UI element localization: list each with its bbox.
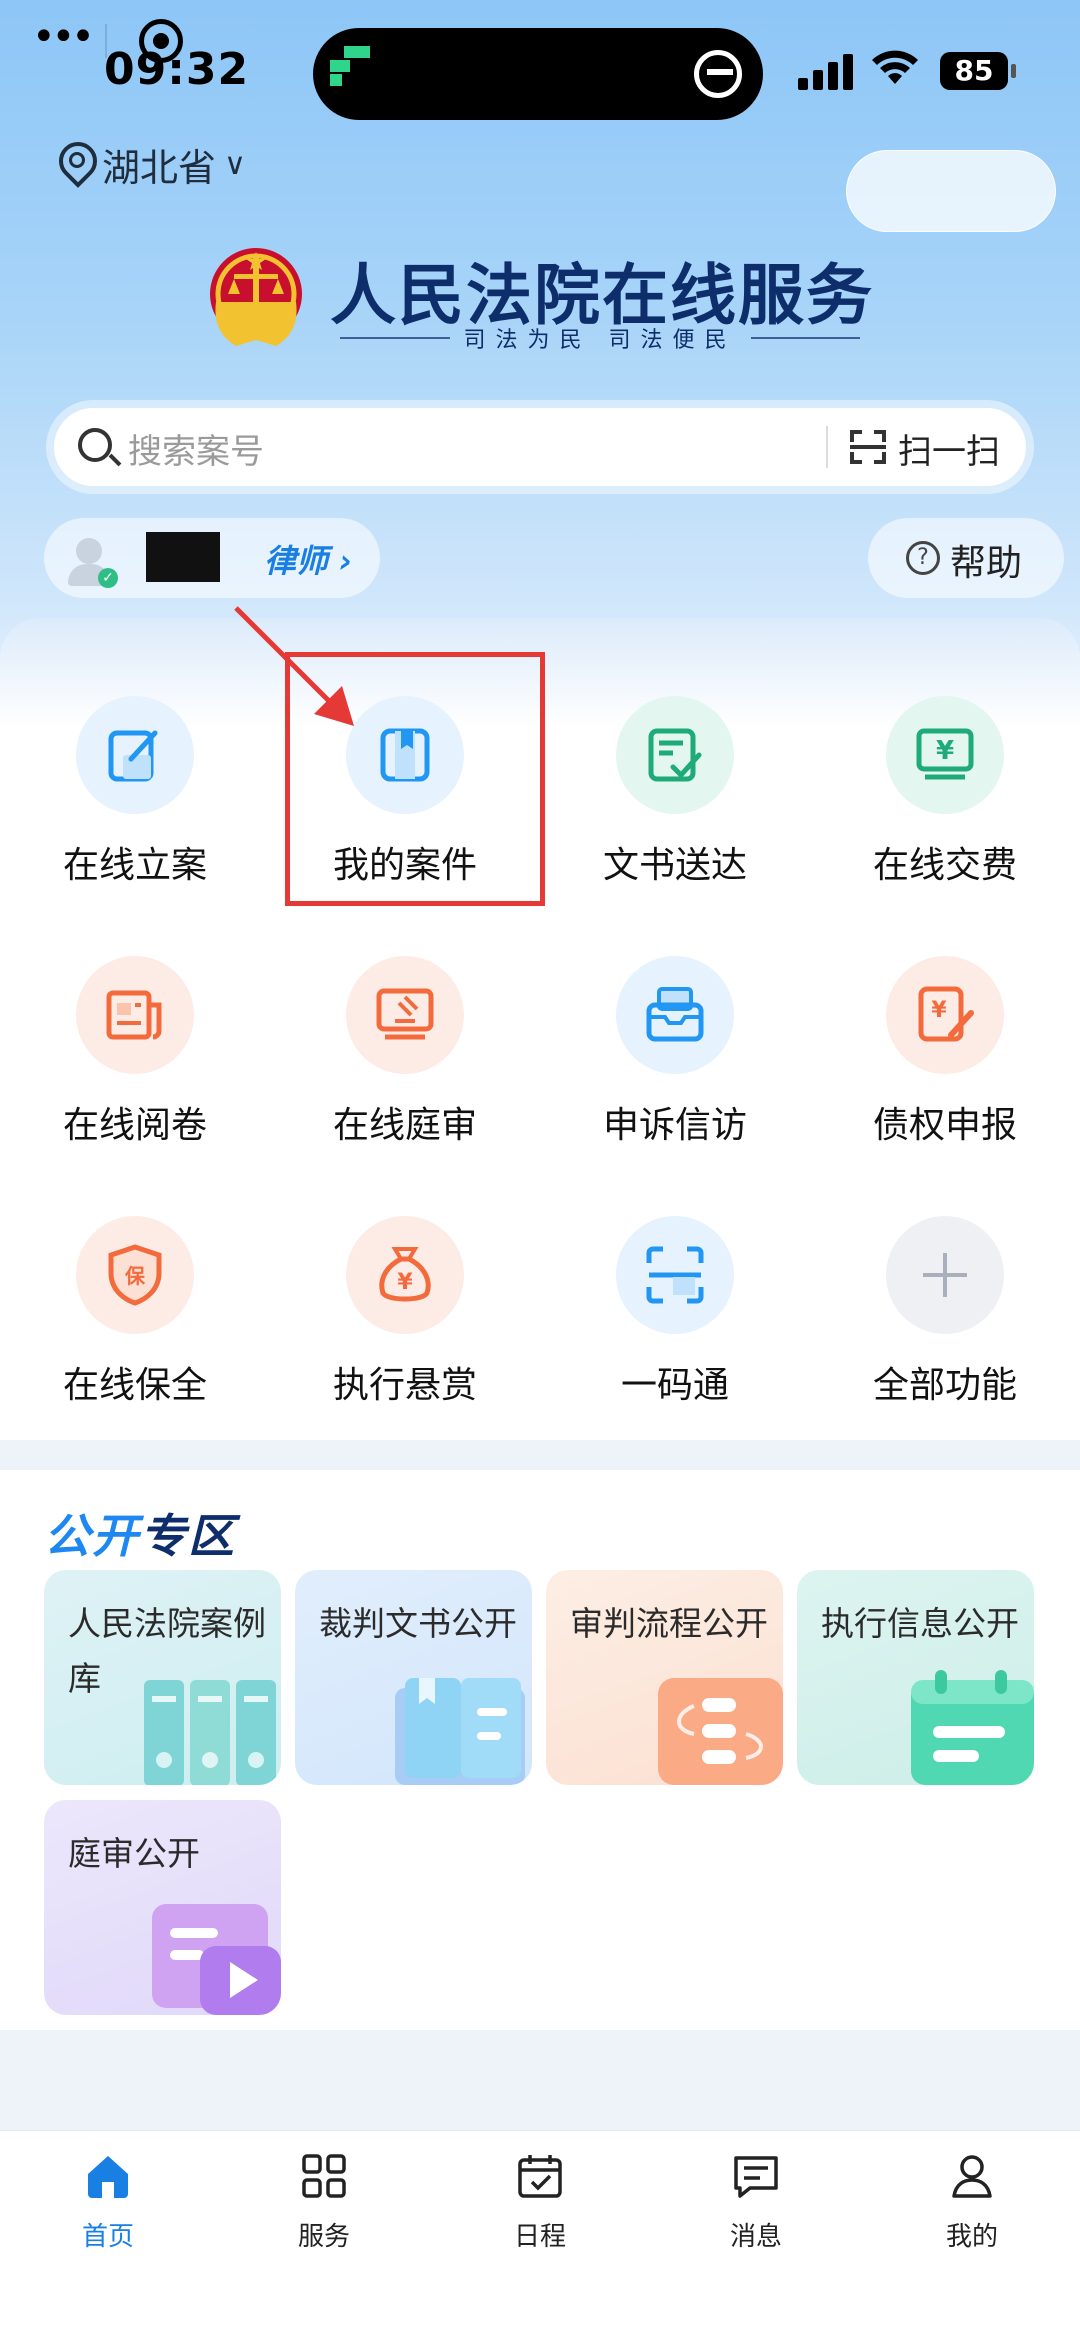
more-options-icon[interactable]: ••• — [32, 17, 95, 60]
service-label: 在线庭审 — [332, 1105, 477, 1146]
wifi-icon — [870, 48, 926, 92]
service-online-preservation[interactable]: 保 在线保全 — [0, 1216, 270, 1416]
tab-schedule[interactable]: 日程 — [432, 2148, 648, 2258]
scan-button[interactable]: 扫一扫 — [898, 424, 1000, 473]
svg-text:¥: ¥ — [931, 998, 947, 1023]
search-placeholder: 搜索案号 — [128, 432, 264, 472]
message-icon — [734, 2156, 778, 2198]
capsule-divider — [105, 24, 107, 58]
content-bottom-gap — [0, 2030, 1080, 2130]
scan-icon[interactable] — [850, 430, 886, 464]
money-bag-icon: ¥ — [379, 1247, 431, 1302]
signal-icon — [798, 54, 854, 90]
service-label: 在线立案 — [62, 845, 207, 886]
tab-label: 服务 — [297, 2222, 350, 2252]
service-label: 文书送达 — [602, 845, 747, 886]
app-indicator-icon — [330, 46, 370, 90]
service-claim-declaration[interactable]: ¥ 债权申报 — [810, 956, 1080, 1156]
service-online-file-review[interactable]: 在线阅卷 — [0, 956, 270, 1156]
avatar: ✓ — [62, 534, 118, 590]
service-label: 债权申报 — [872, 1105, 1017, 1146]
court-emblem-icon — [210, 248, 302, 346]
service-online-payment[interactable]: ¥ 在线交费 — [810, 696, 1080, 896]
service-label: 在线阅卷 — [62, 1105, 207, 1146]
help-label: 帮助 — [950, 543, 1023, 584]
service-online-filing[interactable]: 在线立案 — [0, 696, 270, 896]
service-one-code-pass[interactable]: 一码通 — [540, 1216, 810, 1416]
process-flow-icon — [658, 1678, 783, 1785]
service-label: 在线交费 — [872, 845, 1017, 886]
tab-messages[interactable]: 消息 — [648, 2148, 864, 2258]
public-card-trial-process[interactable]: 审判流程公开 — [546, 1570, 783, 1785]
public-card-label: 执行信息公开 — [821, 1604, 1019, 1643]
service-execution-reward[interactable]: ¥ 执行悬赏 — [270, 1216, 540, 1416]
scan-frame-icon — [646, 1246, 704, 1304]
redacted-user-name — [146, 532, 220, 582]
monitor-yen-icon: ¥ — [916, 728, 974, 780]
calendar-card-icon — [911, 1670, 1034, 1785]
edit-icon — [108, 730, 158, 782]
home-icon — [88, 2156, 128, 2198]
location-label: 湖北省 — [102, 145, 217, 190]
tab-label: 首页 — [81, 2222, 134, 2252]
shield-icon: 保 — [108, 1244, 162, 1306]
public-zone-title: 公开专区 — [44, 1509, 236, 1563]
service-document-delivery[interactable]: 文书送达 — [540, 696, 810, 896]
service-label: 申诉信访 — [602, 1105, 747, 1146]
video-play-icon — [152, 1904, 281, 2015]
help-icon: ? — [906, 541, 940, 575]
service-petition[interactable]: 申诉信访 — [540, 956, 810, 1156]
profile-icon — [952, 2155, 992, 2198]
location-pin-icon — [56, 142, 92, 186]
close-miniprogram-icon[interactable] — [139, 19, 183, 63]
gavel-screen-icon — [376, 988, 434, 1040]
plus-icon — [923, 1253, 967, 1297]
open-book-icon — [395, 1678, 525, 1785]
svg-text:保: 保 — [124, 1264, 146, 1288]
miniprogram-capsule — [846, 150, 1056, 232]
public-card-case-library[interactable]: 人民法院案例库 — [44, 1570, 281, 1785]
svg-text:¥: ¥ — [936, 736, 954, 766]
tab-services[interactable]: 服务 — [216, 2148, 432, 2258]
slogan-text: 司法为民 司法便民 — [463, 328, 737, 353]
svg-text:¥: ¥ — [397, 1270, 413, 1295]
location-selector[interactable]: 湖北省 ∨ — [56, 136, 246, 192]
public-card-label: 审判流程公开 — [570, 1604, 768, 1643]
tab-mine[interactable]: 我的 — [864, 2148, 1080, 2258]
annotation-arrow-icon — [234, 606, 354, 726]
chevron-down-icon: ∨ — [224, 146, 246, 182]
slogan: 司法为民 司法便民 — [340, 322, 860, 354]
binders-icon — [144, 1680, 276, 1785]
yen-edit-icon: ¥ — [918, 986, 974, 1042]
battery-indicator: 85 — [940, 52, 1008, 90]
newspaper-icon — [106, 990, 162, 1040]
document-check-icon — [648, 728, 702, 782]
grid-icon — [302, 2154, 346, 2198]
screen-record-icon — [694, 50, 742, 98]
mailbox-icon — [646, 987, 704, 1042]
service-label: 在线保全 — [62, 1365, 207, 1406]
service-label: 执行悬赏 — [332, 1365, 477, 1406]
service-online-hearing[interactable]: 在线庭审 — [270, 956, 540, 1156]
search-icon — [78, 428, 112, 462]
service-label: 全部功能 — [872, 1365, 1017, 1406]
service-all-functions[interactable]: 全部功能 — [810, 1216, 1080, 1416]
public-card-label: 裁判文书公开 — [319, 1604, 517, 1643]
public-card-judgment-documents[interactable]: 裁判文书公开 — [295, 1570, 532, 1785]
tab-label: 日程 — [513, 2222, 566, 2252]
battery-tip — [1011, 64, 1016, 78]
user-role-link[interactable]: 律师 › — [264, 536, 352, 582]
tab-home[interactable]: 首页 — [0, 2148, 216, 2258]
public-card-label: 庭审公开 — [68, 1834, 200, 1873]
public-card-execution-info[interactable]: 执行信息公开 — [797, 1570, 1034, 1785]
tab-label: 消息 — [729, 2222, 782, 2252]
tab-label: 我的 — [945, 2222, 998, 2252]
section-separator — [0, 1440, 1080, 1470]
calendar-icon — [518, 2155, 562, 2198]
public-card-hearing-public[interactable]: 庭审公开 — [44, 1800, 281, 2015]
service-label: 一码通 — [620, 1365, 729, 1406]
search-divider — [826, 426, 828, 468]
